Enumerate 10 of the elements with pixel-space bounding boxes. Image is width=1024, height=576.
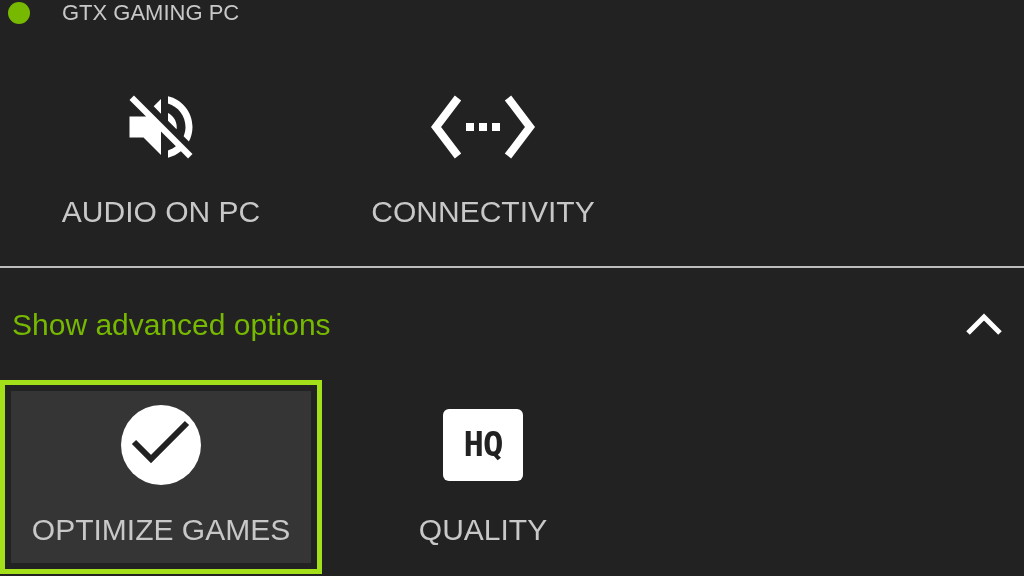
- advanced-options-label: Show advanced options: [12, 306, 331, 343]
- option-tile[interactable]: HQ QUALITY: [322, 380, 644, 574]
- hq-badge-icon: HQ: [443, 408, 523, 481]
- advanced-options-toggle[interactable]: Show advanced options: [0, 268, 1024, 380]
- option-tile[interactable]: AUDIO ON PC: [0, 59, 322, 259]
- chevron-up-icon: [964, 311, 1004, 337]
- option-tile[interactable]: CONNECTIVITY: [322, 59, 644, 259]
- checkmark-circle-icon: [120, 403, 202, 486]
- option-tile[interactable]: OPTIMIZE GAMES: [0, 380, 322, 574]
- device-name: GTX GAMING PC: [62, 2, 240, 24]
